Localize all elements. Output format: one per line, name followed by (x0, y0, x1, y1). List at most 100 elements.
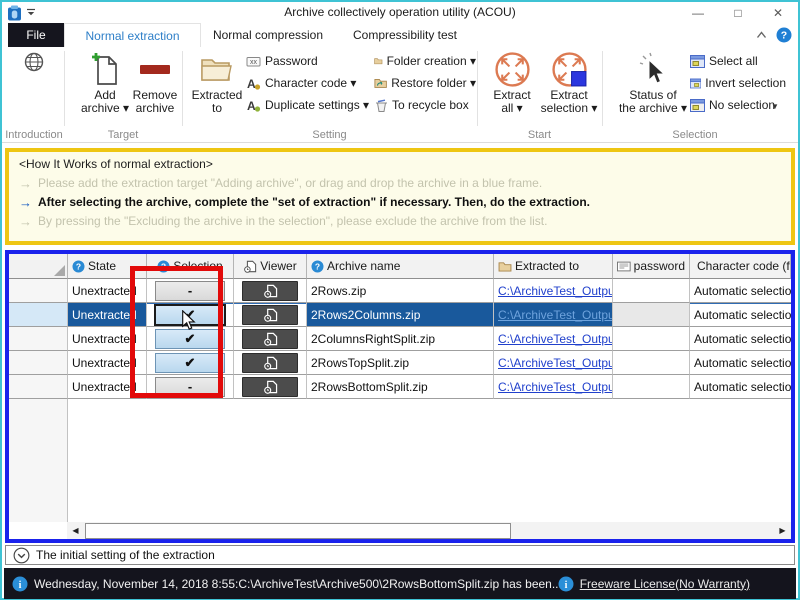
extracted-to-link[interactable]: C:\ArchiveTest_Output\decomp (498, 308, 612, 322)
header-viewer[interactable]: Viewer (234, 254, 307, 279)
table-row[interactable]: Unextracted - 2RowsBottomSplit.zip C:\Ar… (9, 375, 791, 399)
to-recycle-box-button[interactable]: To recycle box (374, 95, 476, 115)
archive-name-cell: 2RowsTopSplit.zip (307, 351, 494, 375)
remove-archive-button[interactable]: Remove archive (130, 49, 180, 115)
tab-file[interactable]: File (8, 23, 64, 47)
header-selection[interactable]: ? Selection (147, 254, 234, 279)
folder-icon (498, 261, 512, 272)
password-cell[interactable] (613, 375, 690, 399)
header-extracted-to[interactable]: Extracted to (494, 254, 613, 279)
row-header[interactable] (9, 279, 68, 303)
table-row[interactable]: Unextracted - 2Rows.zip C:\ArchiveTest_O… (9, 279, 791, 303)
corner-triangle-icon (54, 265, 65, 276)
ribbon-overflow-icon[interactable]: ▼ (771, 102, 779, 111)
archive-name-cell: 2Rows2Columns.zip (307, 303, 494, 327)
selection-toggle[interactable]: - (155, 280, 225, 301)
table-row[interactable]: Unextracted ✔ 2Rows2Columns.zip C:\Archi… (9, 303, 791, 327)
charcode-cell[interactable]: Automatic selection (690, 279, 791, 303)
collapse-ribbon-icon[interactable] (755, 29, 768, 41)
table-row[interactable]: Unextracted ✔ 2ColumnsRightSplit.zip C:\… (9, 327, 791, 351)
header-character-code[interactable]: A Character code (file nam (690, 254, 791, 279)
scroll-left-arrow[interactable]: ◀ (67, 522, 84, 539)
password-cell[interactable] (613, 303, 690, 327)
no-selection-icon (690, 98, 705, 112)
selection-toggle[interactable]: ✔ (154, 303, 226, 326)
ribbon-tab-bar: File Normal extraction Normal compressio… (2, 23, 798, 48)
folder-creation-button[interactable]: Folder creation ▾ (374, 51, 476, 71)
help-icon: ? (72, 260, 85, 272)
viewer-icon (263, 284, 277, 298)
scroll-right-arrow[interactable]: ▶ (774, 522, 791, 539)
svg-text:A: A (247, 77, 256, 90)
table-header-row: ? State ? Selection Viewer ? Archive nam… (9, 254, 791, 279)
viewer-button[interactable] (242, 328, 298, 349)
select-all-button[interactable]: Select all (690, 51, 786, 71)
header-password[interactable]: password (613, 254, 690, 279)
password-cell[interactable] (613, 279, 690, 303)
group-setting: Extracted to xx Password A Character cod… (182, 47, 477, 142)
extract-all-button[interactable]: Extract all ▾ (487, 49, 537, 115)
svg-text:xx: xx (250, 59, 258, 66)
invert-selection-button[interactable]: Invert selection (690, 73, 786, 93)
help-icon: ? (311, 260, 324, 272)
charcode-cell[interactable]: Automatic selection (690, 303, 791, 327)
extracted-to-link[interactable]: C:\ArchiveTest_Output\decomp (498, 332, 612, 346)
selection-toggle[interactable]: ✔ (155, 328, 225, 349)
row-header[interactable] (9, 303, 68, 327)
svg-text:?: ? (781, 30, 787, 42)
minimize-button[interactable]: — (678, 2, 718, 23)
svg-text:A: A (247, 99, 256, 112)
viewer-button[interactable] (242, 280, 298, 301)
viewer-button[interactable] (242, 304, 298, 325)
charcode-cell[interactable]: Automatic selection (690, 351, 791, 375)
scrollbar-thumb[interactable] (85, 523, 511, 539)
initial-setting-expander[interactable]: The initial setting of the extraction (5, 545, 795, 565)
extracted-to-link[interactable]: C:\ArchiveTest_Output\decomp (498, 284, 612, 298)
globe-icon[interactable] (24, 52, 44, 72)
table-row[interactable]: Unextracted ✔ 2RowsTopSplit.zip C:\Archi… (9, 351, 791, 375)
password-cell[interactable] (613, 327, 690, 351)
charcode-cell[interactable]: Automatic selection (690, 375, 791, 399)
viewer-icon (263, 308, 277, 322)
chevron-down-circle-icon (13, 547, 30, 564)
add-archive-button[interactable]: Add archive ▾ (81, 49, 129, 115)
row-header[interactable] (9, 351, 68, 375)
help-icon[interactable]: ? (776, 27, 792, 43)
selection-toggle[interactable]: ✔ (155, 352, 225, 373)
character-code-icon: A (247, 77, 261, 90)
tab-normal-extraction[interactable]: Normal extraction (64, 23, 201, 48)
tab-normal-compression[interactable]: Normal compression (199, 23, 337, 47)
horizontal-scrollbar[interactable]: ◀ ▶ (67, 522, 791, 539)
character-code-button[interactable]: A Character code ▾ (246, 73, 374, 93)
header-archive-name[interactable]: ? Archive name (307, 254, 494, 279)
viewer-button[interactable] (242, 352, 298, 373)
title-bar: Archive collectively operation utility (… (2, 2, 798, 23)
duplicate-settings-button[interactable]: A Duplicate settings ▾ (246, 95, 374, 115)
extract-selection-button[interactable]: Extract selection ▾ (539, 49, 599, 115)
status-of-archive-button[interactable]: Status of the archive ▾ (619, 49, 687, 115)
row-header[interactable] (9, 327, 68, 351)
arrow-icon: → (19, 176, 32, 191)
restore-folder-button[interactable]: Restore folder ▾ (374, 73, 476, 93)
extracted-to-button[interactable]: Extracted to (190, 49, 244, 115)
close-button[interactable]: ✕ (758, 2, 798, 23)
how-it-works-title: <How It Works of normal extraction> (19, 157, 213, 171)
viewer-icon (244, 260, 257, 273)
license-link[interactable]: Freeware License(No Warranty) (580, 577, 750, 591)
maximize-button[interactable]: □ (718, 2, 758, 23)
password-cell[interactable] (613, 351, 690, 375)
extracted-to-link[interactable]: C:\ArchiveTest_Output\decomp (498, 380, 612, 394)
tab-compressibility-test[interactable]: Compressibility test (337, 23, 473, 47)
group-target: Add archive ▾ Remove archive Target (64, 47, 182, 142)
password-icon: xx (246, 56, 261, 66)
charcode-cell[interactable]: Automatic selection (690, 327, 791, 351)
selection-toggle[interactable]: - (155, 376, 225, 397)
password-button[interactable]: xx Password (246, 51, 374, 71)
viewer-button[interactable] (242, 376, 298, 397)
header-state[interactable]: ? State (68, 254, 147, 279)
extracted-to-link[interactable]: C:\ArchiveTest_Output\decomp (498, 356, 612, 370)
group-label-selection: Selection (672, 129, 718, 141)
corner-cell[interactable] (9, 254, 68, 279)
row-header[interactable] (9, 375, 68, 399)
group-label-target: Target (107, 129, 139, 141)
